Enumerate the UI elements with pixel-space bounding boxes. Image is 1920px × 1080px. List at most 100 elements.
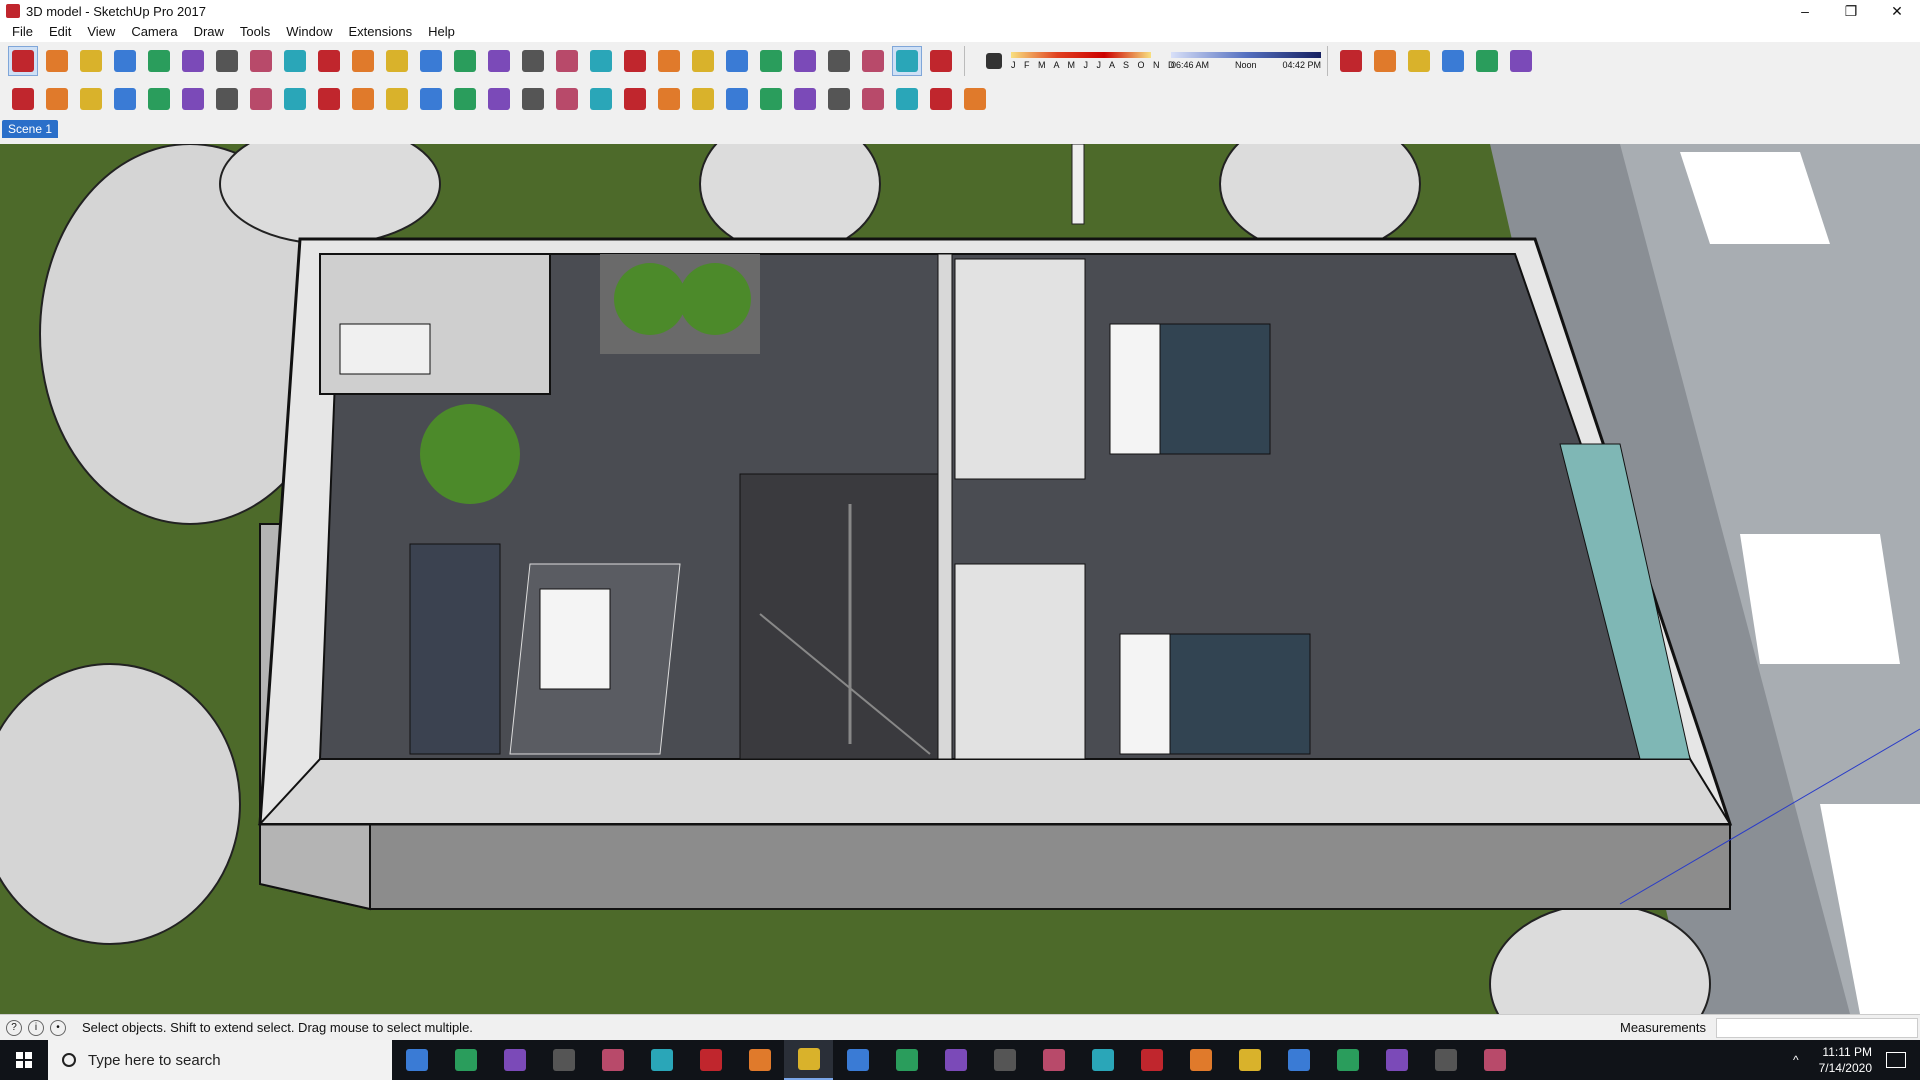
clock[interactable]: 11:11 PM 7/14/2020: [1819, 1044, 1872, 1076]
start-button[interactable]: [0, 1040, 48, 1080]
components-tool-icon[interactable]: [722, 46, 752, 76]
layout-d-icon[interactable]: [620, 84, 650, 114]
back-view-icon[interactable]: [1472, 46, 1502, 76]
tree-tool-icon[interactable]: [212, 84, 242, 114]
taskbar-explorer-icon[interactable]: [1323, 1040, 1372, 1080]
taskbar-mail-icon[interactable]: [1078, 1040, 1127, 1080]
look-around-tool-icon[interactable]: [926, 46, 956, 76]
position-camera-tool-icon[interactable]: [858, 46, 888, 76]
material-b-icon[interactable]: [790, 84, 820, 114]
groups-tool-icon[interactable]: [756, 46, 786, 76]
restore-button[interactable]: ❐: [1828, 0, 1874, 22]
layout-c-icon[interactable]: [586, 84, 616, 114]
taskbar-store-icon[interactable]: [1274, 1040, 1323, 1080]
info-icon[interactable]: i: [28, 1019, 44, 1036]
menu-camera[interactable]: Camera: [123, 22, 185, 42]
shadow-settings[interactable]: J F M A M J J A S O N D 06:46 AM Noon 04…: [977, 44, 1321, 78]
notification-icon[interactable]: [1886, 1052, 1906, 1068]
measurements-input[interactable]: [1716, 1018, 1918, 1038]
time-slider[interactable]: 06:46 AM Noon 04:42 PM: [1171, 52, 1321, 70]
follow-me-tool-icon[interactable]: [212, 46, 242, 76]
taskbar-vlc-icon[interactable]: [882, 1040, 931, 1080]
select-tool-icon[interactable]: [8, 46, 38, 76]
top-view-icon[interactable]: [1370, 46, 1400, 76]
layout-f-icon[interactable]: [688, 84, 718, 114]
right-view-icon[interactable]: [1438, 46, 1468, 76]
eraser-tool-icon[interactable]: [42, 46, 72, 76]
shadow-toggle-icon[interactable]: [979, 46, 1009, 76]
taskbar-chrome-icon[interactable]: [1029, 1040, 1078, 1080]
taskbar-sketchup-icon[interactable]: [784, 1040, 833, 1080]
line-tool-icon[interactable]: [76, 46, 106, 76]
taskbar-acrobat-icon[interactable]: [686, 1040, 735, 1080]
extension-warehouse-tool-icon[interactable]: [654, 46, 684, 76]
front-view-icon[interactable]: [1404, 46, 1434, 76]
paint-bucket-tool-icon[interactable]: [416, 46, 446, 76]
month-slider[interactable]: J F M A M J J A S O N D: [1011, 52, 1175, 70]
month-bar[interactable]: [1011, 52, 1151, 58]
taskbar-photoshop-icon[interactable]: [1127, 1040, 1176, 1080]
tape-measure-tool-icon[interactable]: [348, 46, 378, 76]
material-g-icon[interactable]: [960, 84, 990, 114]
taskbar-nvidia-icon[interactable]: [1176, 1040, 1225, 1080]
taskbar-files-app-icon[interactable]: [637, 1040, 686, 1080]
taskbar-search[interactable]: Type here to search: [48, 1040, 392, 1080]
zoom-tool-icon[interactable]: [518, 46, 548, 76]
pan-tool-icon[interactable]: [484, 46, 514, 76]
scale-tool-icon[interactable]: [314, 46, 344, 76]
taskbar-red-app-icon[interactable]: [735, 1040, 784, 1080]
info-tool-icon[interactable]: [382, 84, 412, 114]
menu-window[interactable]: Window: [278, 22, 340, 42]
orbit-tool-icon[interactable]: [450, 46, 480, 76]
vehicle-tool-icon[interactable]: [76, 84, 106, 114]
target-tool-icon[interactable]: [246, 84, 276, 114]
comment-tool-icon[interactable]: [348, 84, 378, 114]
menu-file[interactable]: File: [4, 22, 41, 42]
rotate-tool-icon[interactable]: [280, 46, 310, 76]
layout-tool-icon[interactable]: [688, 46, 718, 76]
text-tool-icon[interactable]: [382, 46, 412, 76]
close-button[interactable]: ✕: [1874, 0, 1920, 22]
taskbar-edge-icon[interactable]: [980, 1040, 1029, 1080]
material-e-icon[interactable]: [892, 84, 922, 114]
camera-tool-icon[interactable]: [110, 84, 140, 114]
iso-view-icon[interactable]: [1336, 46, 1366, 76]
time-bar[interactable]: [1171, 52, 1321, 58]
taskbar-media-icon[interactable]: [1421, 1040, 1470, 1080]
export-tool-icon[interactable]: [450, 84, 480, 114]
material-a-icon[interactable]: [756, 84, 786, 114]
taskbar-app-red-icon[interactable]: [539, 1040, 588, 1080]
web-tool-icon[interactable]: [484, 84, 514, 114]
menu-help[interactable]: Help: [420, 22, 463, 42]
menu-edit[interactable]: Edit: [41, 22, 79, 42]
taskbar-firefox-icon[interactable]: [833, 1040, 882, 1080]
doc-tool-icon[interactable]: [416, 84, 446, 114]
menu-tools[interactable]: Tools: [232, 22, 278, 42]
warehouse-tool-icon[interactable]: [586, 46, 616, 76]
scene-tab[interactable]: Scene 1: [2, 120, 59, 138]
geo-location-icon[interactable]: ?: [6, 1019, 22, 1036]
menu-draw[interactable]: Draw: [186, 22, 232, 42]
walk-tool-icon[interactable]: [892, 46, 922, 76]
taskbar-camtasia-icon[interactable]: [1225, 1040, 1274, 1080]
left-view-icon[interactable]: [1506, 46, 1536, 76]
layout-b-icon[interactable]: [552, 84, 582, 114]
menu-extensions[interactable]: Extensions: [341, 22, 421, 42]
zoom-extents-tool-icon[interactable]: [552, 46, 582, 76]
minimize-button[interactable]: –: [1782, 0, 1828, 22]
taskbar-sketchup-2-icon[interactable]: [1470, 1040, 1519, 1080]
push-pull-tool-icon[interactable]: [178, 46, 208, 76]
section-tool-icon[interactable]: [824, 46, 854, 76]
taskbar-video-app-icon[interactable]: [588, 1040, 637, 1080]
layout-a-icon[interactable]: [518, 84, 548, 114]
arc-tool-icon[interactable]: [110, 46, 140, 76]
sandbox-tool-icon[interactable]: [8, 84, 38, 114]
settings-tool-icon[interactable]: [314, 84, 344, 114]
tray-chevron-icon[interactable]: ^: [1793, 1053, 1799, 1067]
rectangle-tool-icon[interactable]: [144, 46, 174, 76]
printer-tool-icon[interactable]: [144, 84, 174, 114]
speaker-tool-icon[interactable]: [280, 84, 310, 114]
material-d-icon[interactable]: [858, 84, 888, 114]
globe-tool-icon[interactable]: [722, 84, 752, 114]
share-model-tool-icon[interactable]: [620, 46, 650, 76]
